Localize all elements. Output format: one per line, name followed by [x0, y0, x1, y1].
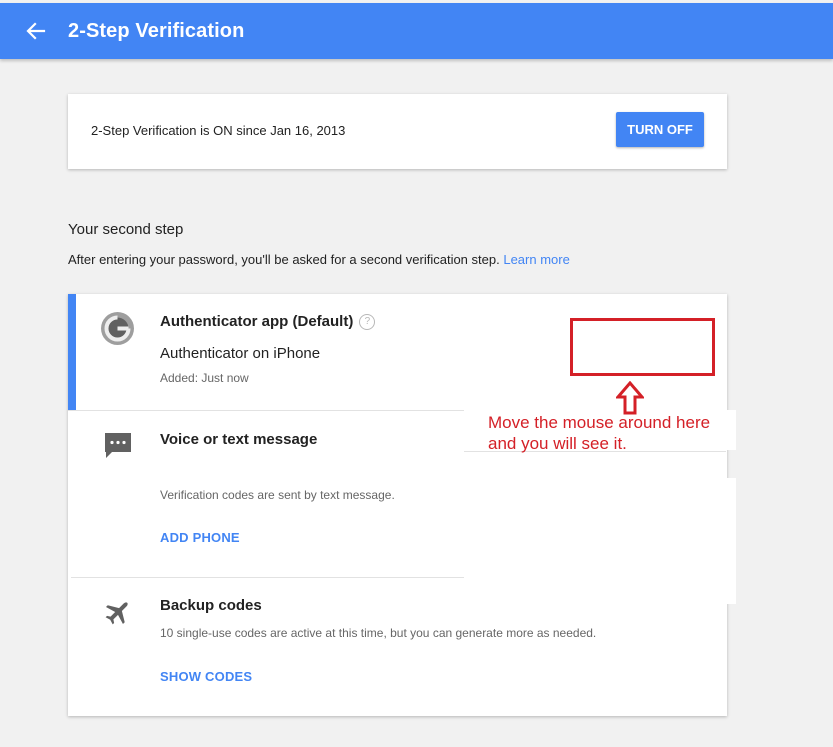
- turn-off-button[interactable]: TURN OFF: [616, 112, 704, 147]
- status-text: 2-Step Verification is ON since Jan 16, …: [91, 123, 346, 138]
- method-title-text: Authenticator app (Default): [160, 313, 354, 330]
- section-description: After entering your password, you'll be …: [68, 252, 570, 267]
- airplane-icon: [103, 597, 133, 632]
- default-indicator: [68, 294, 76, 411]
- method-detail: Added: Just now: [160, 371, 249, 385]
- method-subtitle: Authenticator on iPhone: [160, 345, 321, 362]
- divider: [71, 577, 468, 578]
- show-codes-button[interactable]: SHOW CODES: [160, 669, 252, 684]
- arrow-back-icon: [26, 22, 46, 40]
- help-icon[interactable]: ?: [359, 314, 376, 330]
- method-detail: Verification codes are sent by text mess…: [160, 488, 395, 502]
- annotation-highlight-box: [570, 318, 715, 376]
- section-title: Your second step: [68, 221, 184, 238]
- method-title: Voice or text message: [160, 431, 318, 448]
- message-icon: [103, 431, 133, 466]
- annotation-note: Move the mouse around here and you will …: [488, 412, 710, 454]
- status-card: 2-Step Verification is ON since Jan 16, …: [68, 94, 727, 169]
- method-detail: 10 single-use codes are active at this t…: [160, 626, 597, 640]
- annotation-background: [464, 452, 726, 578]
- authenticator-icon: [100, 311, 135, 351]
- method-title: Backup codes: [160, 597, 262, 614]
- annotation-background: [726, 478, 736, 604]
- arrow-up-icon: [616, 381, 644, 415]
- back-button[interactable]: [24, 18, 48, 44]
- learn-more-link[interactable]: Learn more: [503, 252, 569, 267]
- annotation-line: and you will see it.: [488, 434, 627, 453]
- app-bar: 2-Step Verification: [0, 3, 833, 59]
- add-phone-button[interactable]: ADD PHONE: [160, 530, 240, 545]
- method-title: Authenticator app (Default)?: [160, 313, 376, 330]
- annotation-line: Move the mouse around here: [488, 413, 711, 432]
- page-title: 2-Step Verification: [68, 20, 245, 42]
- section-description-text: After entering your password, you'll be …: [68, 252, 500, 267]
